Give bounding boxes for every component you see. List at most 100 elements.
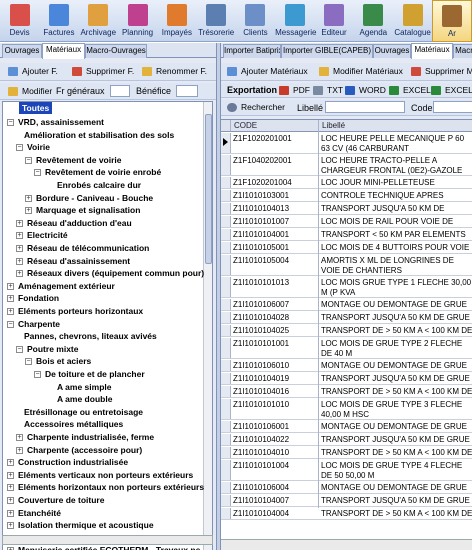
tree-item[interactable]: Amélioration et stabilisation des sols bbox=[3, 129, 203, 141]
grid-header-libelle[interactable]: Libellé bbox=[319, 120, 472, 132]
code-search-field[interactable] bbox=[433, 101, 472, 113]
benefice-field[interactable] bbox=[176, 85, 198, 97]
grid-header-code[interactable]: CODE bbox=[231, 120, 319, 132]
add-family-button[interactable]: Ajouter F. bbox=[6, 65, 58, 78]
export-pdf-button[interactable]: PDF bbox=[277, 84, 310, 97]
table-row[interactable]: Z1F1020201001 LOC HEURE PELLE MECANIQUE P… bbox=[221, 133, 472, 154]
expand-toggle-icon[interactable]: + bbox=[16, 232, 23, 240]
row-selector[interactable] bbox=[221, 255, 231, 275]
row-selector[interactable] bbox=[221, 460, 231, 480]
tab-ouvrages-right[interactable]: Ouvrages bbox=[373, 44, 411, 58]
expand-toggle-icon[interactable]: + bbox=[16, 219, 23, 227]
table-row[interactable]: Z1I1010104019 TRANSPORT JUSQU'A 50 KM DE … bbox=[221, 373, 472, 385]
table-row[interactable]: Z1F1040202001 LOC HEURE TRACTO-PELLE A CH… bbox=[221, 155, 472, 176]
row-selector[interactable] bbox=[221, 133, 231, 153]
row-selector[interactable] bbox=[221, 312, 231, 323]
toolbar-button-editeur[interactable]: Editeur bbox=[314, 0, 353, 42]
expand-toggle-icon[interactable]: + bbox=[7, 459, 14, 467]
row-selector[interactable] bbox=[221, 434, 231, 445]
row-selector[interactable] bbox=[221, 216, 231, 227]
tree-item[interactable]: − Bois et aciers bbox=[3, 355, 203, 367]
expand-toggle-icon[interactable]: + bbox=[16, 257, 23, 265]
family-tree[interactable]: Toutes − VRD, assainissement Amélioration … bbox=[2, 101, 213, 550]
table-row[interactable]: Z1I1010106010 MONTAGE OU DEMONTAGE DE GRU… bbox=[221, 360, 472, 372]
export-txt-button[interactable]: TXT bbox=[311, 84, 343, 97]
table-row[interactable]: Z1I1010103001 CONTROLE TECHNIQUE APRES MO… bbox=[221, 190, 472, 202]
add-material-button[interactable]: Ajouter Matériaux bbox=[225, 65, 308, 78]
tree-item[interactable]: − De toiture et de plancher bbox=[3, 368, 203, 380]
collapse-toggle-icon[interactable]: − bbox=[7, 119, 14, 126]
tree-item[interactable]: + Aménagement extérieur bbox=[3, 280, 203, 292]
collapse-toggle-icon[interactable]: − bbox=[25, 358, 32, 366]
tree-item[interactable]: Accessoires métalliques bbox=[3, 418, 203, 430]
tree-item[interactable]: Enrobés calcaire dur bbox=[3, 179, 203, 191]
tree-item[interactable]: + Réseau d'adduction d'eau bbox=[3, 217, 203, 229]
tree-item[interactable]: A ame double bbox=[3, 393, 203, 405]
table-row[interactable]: Z1I1010101013 LOC MOIS GRUE TYPE 1 FLECHE… bbox=[221, 277, 472, 298]
row-selector[interactable] bbox=[221, 360, 231, 371]
tree-item[interactable]: + Fondation bbox=[3, 292, 203, 304]
tree-item[interactable]: + Bordure - Caniveau - Bouche bbox=[3, 192, 203, 204]
table-row[interactable]: Z1I1010105001 LOC MOIS DE 4 BUTTOIRS POUR… bbox=[221, 242, 472, 254]
tab-macro-right[interactable]: Macr bbox=[453, 44, 472, 58]
row-selector[interactable] bbox=[221, 325, 231, 336]
row-selector[interactable] bbox=[221, 399, 231, 419]
row-selector[interactable] bbox=[221, 338, 231, 358]
libelle-search-field[interactable] bbox=[325, 101, 405, 113]
export-excel-alt-button[interactable]: EXCEL bbox=[429, 84, 472, 97]
collapse-toggle-icon[interactable]: − bbox=[34, 169, 41, 177]
table-row[interactable]: Z1I1010101007 LOC MOIS DE RAIL POUR VOIE … bbox=[221, 216, 472, 228]
toolbar-button-catalogue[interactable]: Catalogue bbox=[393, 0, 432, 42]
collapse-toggle-icon[interactable]: − bbox=[34, 371, 41, 378]
expand-toggle-icon[interactable]: + bbox=[25, 194, 32, 202]
tab-materiaux-right[interactable]: Matériaux bbox=[411, 43, 453, 59]
expand-toggle-icon[interactable]: + bbox=[7, 471, 14, 479]
tab-importer-batiprix[interactable]: Importer Batiprix bbox=[223, 44, 281, 58]
tree-horizontal-scrollbar[interactable] bbox=[2, 535, 213, 545]
tree-item[interactable]: − Poutre mixte bbox=[3, 343, 203, 355]
expand-toggle-icon[interactable]: + bbox=[7, 295, 14, 303]
row-selector[interactable] bbox=[221, 482, 231, 493]
toolbar-button-factures[interactable]: Factures bbox=[39, 0, 78, 42]
expand-toggle-icon[interactable]: + bbox=[7, 484, 14, 492]
tab-ouvrages[interactable]: Ouvrages bbox=[2, 44, 42, 58]
tree-item[interactable]: + Réseau d'assainissement bbox=[3, 255, 203, 267]
toolbar-button-tresorerie[interactable]: Trésorerie bbox=[197, 0, 236, 42]
toolbar-button-agenda[interactable]: Agenda bbox=[354, 0, 393, 42]
tree-item[interactable]: + Eléments horizontaux non porteurs extér… bbox=[3, 481, 204, 493]
table-row[interactable]: Z1I1010106007 MONTAGE OU DEMONTAGE DE GRU… bbox=[221, 299, 472, 311]
collapse-toggle-icon[interactable]: − bbox=[7, 320, 14, 328]
tree-item[interactable]: − Revêtement de voirie enrobé bbox=[3, 166, 203, 178]
tree-item[interactable]: − Charpente bbox=[3, 318, 203, 330]
row-selector[interactable] bbox=[221, 242, 231, 253]
table-row[interactable]: Z1I1010104016 TRANSPORT DE > 50 KM A < 10… bbox=[221, 386, 472, 398]
row-selector[interactable] bbox=[221, 386, 231, 397]
fr-generaux-field[interactable] bbox=[110, 85, 130, 97]
modify-material-button[interactable]: Modifier Matériaux bbox=[317, 65, 403, 78]
table-row[interactable]: Z1I1010104025 TRANSPORT DE > 50 KM A < 10… bbox=[221, 325, 472, 337]
table-row[interactable]: Z1F1020201004 LOC JOUR MINI-PELLETEUSE HY… bbox=[221, 177, 472, 189]
toolbar-button-messagerie[interactable]: Messagerie bbox=[275, 0, 316, 42]
toolbar-button-archivage[interactable]: Archivage bbox=[79, 0, 118, 42]
table-row[interactable]: Z1I1010101001 LOC MOIS DE GRUE TYPE 2 FLE… bbox=[221, 338, 472, 359]
table-row[interactable]: Z1I1010104007 TRANSPORT JUSQU'A 50 KM DE … bbox=[221, 495, 472, 507]
row-selector[interactable] bbox=[221, 373, 231, 384]
expand-toggle-icon[interactable]: + bbox=[7, 509, 14, 517]
row-selector[interactable] bbox=[221, 229, 231, 240]
tab-materiaux[interactable]: Matériaux bbox=[42, 43, 85, 59]
table-row[interactable]: Z1I1010104013 TRANSPORT JUSQU'A 50 KM DE … bbox=[221, 203, 472, 215]
expand-toggle-icon[interactable]: + bbox=[7, 308, 14, 315]
tree-item[interactable]: − Revêtement de voirie bbox=[3, 154, 203, 166]
tree-item[interactable]: + Charpente (accessoire pour) bbox=[3, 444, 203, 456]
toolbar-button-devis[interactable]: Devis bbox=[0, 0, 39, 42]
table-row[interactable]: Z1I1010106004 MONTAGE OU DEMONTAGE DE GRU… bbox=[221, 482, 472, 494]
expand-toggle-icon[interactable]: + bbox=[7, 282, 14, 290]
expand-toggle-icon[interactable]: + bbox=[7, 522, 14, 530]
toolbar-button-clients[interactable]: Clients bbox=[236, 0, 275, 42]
delete-family-button[interactable]: Supprimer F. bbox=[70, 65, 134, 78]
tree-item[interactable]: +Menuiserie certifiée ECOTHERM - Travaux… bbox=[3, 544, 203, 550]
tree-item[interactable]: + Eléments verticaux non porteurs extérie… bbox=[3, 469, 203, 481]
tree-item[interactable]: + Réseaux divers (équipement commun pour) bbox=[3, 267, 204, 279]
delete-material-button[interactable]: Supprimer M bbox=[409, 65, 472, 78]
table-row[interactable]: Z1I1010105004 AMORTIS X ML DE LONGRINES D… bbox=[221, 255, 472, 276]
